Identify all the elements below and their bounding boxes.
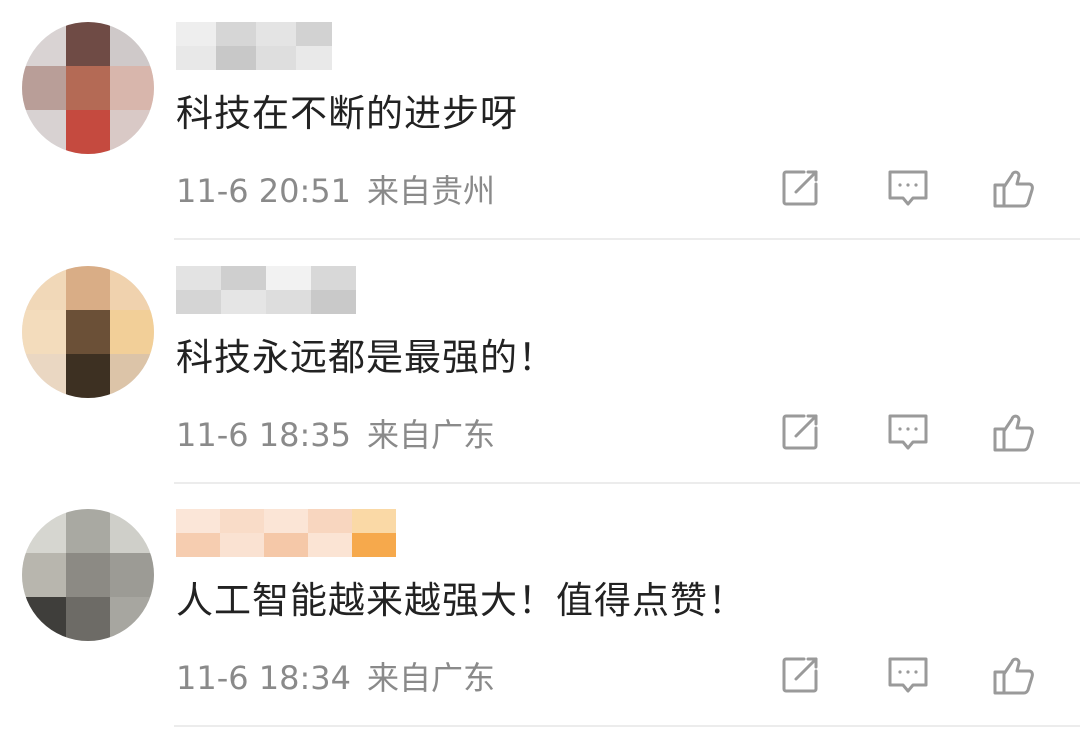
share-button[interactable] <box>778 166 822 210</box>
location: 来自贵州 <box>367 172 496 210</box>
share-icon <box>782 170 818 206</box>
username[interactable] <box>176 266 356 314</box>
comment-item: 人工智能越来越强大！值得点赞！ 11-6 18:34 来自广东 <box>0 487 1080 731</box>
like-button[interactable] <box>992 653 1036 697</box>
avatar[interactable] <box>22 22 154 154</box>
comment-text: 人工智能越来越强大！值得点赞！ <box>176 579 746 622</box>
comment-text: 科技永远都是最强的！ <box>176 336 556 379</box>
comment-text: 科技在不断的进步呀 <box>176 92 518 135</box>
username[interactable] <box>176 509 396 557</box>
reply-button[interactable] <box>886 410 930 454</box>
reply-button[interactable] <box>886 166 930 210</box>
avatar[interactable] <box>22 266 154 398</box>
thumbs-up-icon <box>993 170 1034 208</box>
divider <box>174 238 1080 240</box>
location: 来自广东 <box>367 416 496 454</box>
share-icon <box>782 414 818 450</box>
thumbs-up-icon <box>993 414 1034 452</box>
location: 来自广东 <box>367 659 496 697</box>
comment-meta: 11-6 18:35 来自广东 <box>176 414 495 456</box>
thumbs-up-icon <box>993 657 1034 695</box>
divider <box>174 482 1080 484</box>
timestamp: 11-6 20:51 <box>176 172 352 210</box>
like-button[interactable] <box>992 410 1036 454</box>
comment-icon <box>888 414 928 450</box>
comment-meta: 11-6 20:51 来自贵州 <box>176 170 495 212</box>
like-button[interactable] <box>992 166 1036 210</box>
timestamp: 11-6 18:35 <box>176 416 352 454</box>
comment-icon <box>888 170 928 206</box>
comment-meta: 11-6 18:34 来自广东 <box>176 657 495 699</box>
reply-button[interactable] <box>886 653 930 697</box>
comment-icon <box>888 657 928 693</box>
avatar[interactable] <box>22 509 154 641</box>
share-button[interactable] <box>778 410 822 454</box>
username[interactable] <box>176 22 332 70</box>
share-icon <box>782 657 818 693</box>
divider <box>174 725 1080 727</box>
comment-item: 科技永远都是最强的！ 11-6 18:35 来自广东 <box>0 244 1080 488</box>
comment-list: 科技在不断的进步呀 11-6 20:51 来自贵州 科技永远都是最强的！ 11-… <box>0 0 1080 748</box>
share-button[interactable] <box>778 653 822 697</box>
comment-item: 科技在不断的进步呀 11-6 20:51 来自贵州 <box>0 0 1080 244</box>
timestamp: 11-6 18:34 <box>176 659 352 697</box>
